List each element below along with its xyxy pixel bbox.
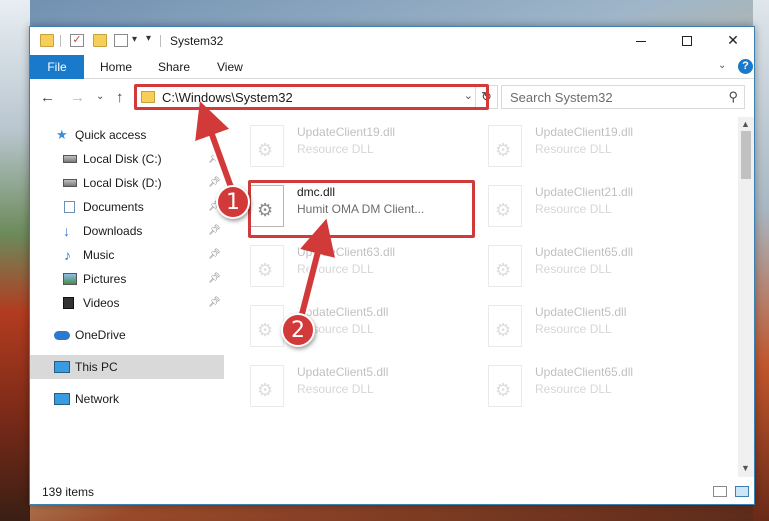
arrow-2 bbox=[299, 218, 335, 315]
arrow-1 bbox=[195, 101, 235, 192]
annotation-arrows bbox=[195, 101, 335, 319]
step-2-badge: 2 bbox=[281, 313, 315, 347]
step-1-badge: 1 bbox=[216, 185, 250, 219]
